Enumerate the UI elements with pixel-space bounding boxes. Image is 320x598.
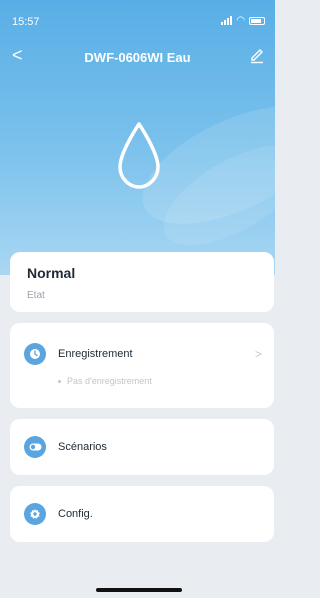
edit-icon[interactable] [249, 46, 265, 64]
signal-icon [221, 16, 233, 25]
state-card: Normal Etat [10, 252, 274, 312]
menu-item-config[interactable]: Config. [10, 486, 274, 542]
water-drop-icon [118, 122, 160, 189]
menu-item-enregistrement[interactable]: Enregistrement > Pas d'enregistrement [10, 323, 274, 408]
chevron-right-icon: > [254, 347, 262, 361]
status-icons: ◠ [221, 15, 265, 26]
page-title: DWF-0606WI Eau [84, 50, 191, 65]
status-time: 15:57 [12, 16, 40, 28]
state-value: Normal [27, 265, 76, 281]
recording-status-text: Pas d'enregistrement [67, 376, 152, 386]
battery-icon [249, 16, 265, 25]
menu-item-label: Enregistrement [58, 348, 133, 360]
menu-item-label: Scénarios [58, 441, 107, 453]
toggle-icon [24, 436, 46, 458]
menu-item-scenarios[interactable]: Scénarios [10, 419, 274, 475]
menu-item-label: Config. [58, 508, 93, 520]
state-label: Etat [27, 290, 45, 301]
gear-icon [24, 503, 46, 525]
nav-bar: < DWF-0606WI Eau [0, 42, 275, 72]
recording-status: Pas d'enregistrement [58, 376, 152, 386]
wifi-icon: ◠ [236, 15, 245, 26]
home-indicator[interactable] [96, 588, 182, 592]
bullet-icon [58, 380, 61, 384]
clock-icon [24, 343, 46, 365]
status-bar: 15:57 ◠ [0, 0, 275, 44]
